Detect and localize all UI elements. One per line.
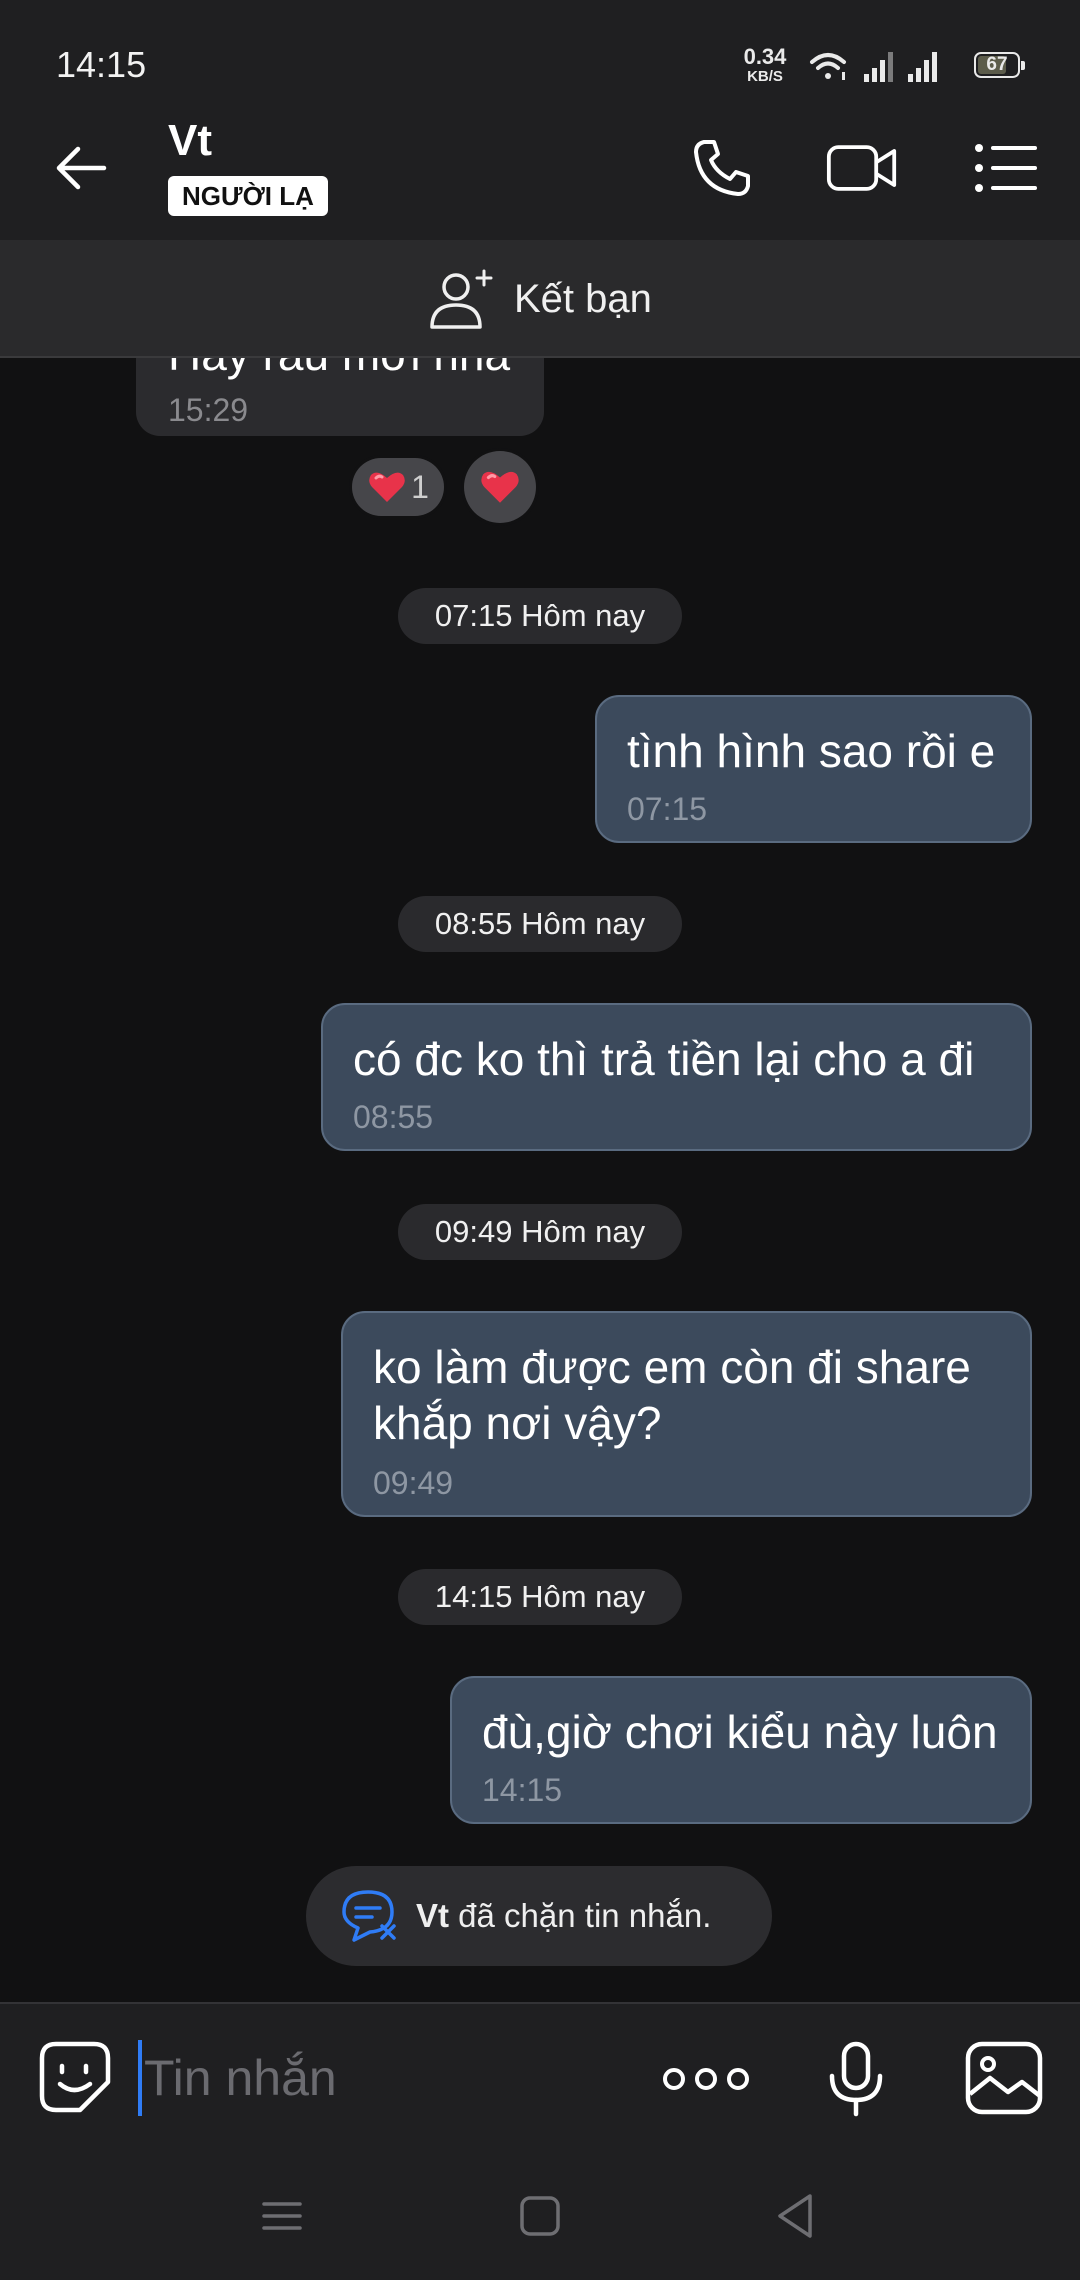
- add-friend-button[interactable]: Kết bạn: [428, 262, 652, 336]
- menu-list-icon: [975, 144, 1037, 192]
- reaction-count: 1: [411, 468, 429, 505]
- chat-screen: 14:15 0.34 KB/S 67 Vt NGƯỜI LẠ Kết bạn 1…: [0, 0, 1080, 2280]
- message-time: 09:49: [373, 1465, 454, 1501]
- message-text: Hay rau mới nha: [168, 358, 510, 382]
- network-speed: 0.34 KB/S: [738, 44, 792, 85]
- more-options-button[interactable]: [660, 2044, 752, 2114]
- signal-icons: [810, 52, 937, 82]
- message-text: tình hình sao rồi e: [627, 725, 996, 777]
- back-triangle-icon: [778, 2194, 812, 2238]
- message-time: 15:29: [168, 392, 249, 428]
- date-divider: 07:15 Hôm nay: [398, 588, 682, 644]
- message-time: 14:15: [482, 1772, 563, 1808]
- blocked-notice-name: Vt: [416, 1897, 449, 1934]
- message-bubble-outgoing[interactable]: đù,giờ chơi kiểu này luôn 14:15: [450, 1676, 1032, 1824]
- message-bubble-outgoing[interactable]: có đc ko thì trả tiền lại cho a đi 08:55: [321, 1003, 1032, 1151]
- phone-icon: [694, 140, 750, 196]
- blocked-notice-message: đã chặn tin nhắn.: [449, 1897, 712, 1934]
- message-text: ko làm được em còn đi share khắp nơi vậy…: [373, 1341, 971, 1449]
- message-text: có đc ko thì trả tiền lại cho a đi: [353, 1033, 975, 1085]
- more-dots-icon: [663, 2068, 749, 2090]
- add-reaction-button[interactable]: [464, 451, 536, 523]
- voice-call-button[interactable]: [686, 132, 758, 204]
- blocked-notice-text: Vt đã chặn tin nhắn.: [416, 1897, 711, 1935]
- message-bubble-outgoing[interactable]: ko làm được em còn đi share khắp nơi vậy…: [341, 1311, 1032, 1517]
- add-person-icon: [430, 269, 493, 329]
- message-time: 08:55: [353, 1099, 434, 1135]
- status-time: 14:15: [56, 44, 147, 85]
- wifi-icon: [810, 53, 846, 80]
- network-speed-unit: KB/S: [747, 68, 783, 85]
- status-bar: 14:15 0.34 KB/S 67: [0, 0, 1080, 96]
- voice-record-button[interactable]: [820, 2040, 892, 2118]
- stranger-badge: NGƯỜI LẠ: [168, 176, 328, 216]
- home-button[interactable]: [510, 2186, 570, 2246]
- photo-button[interactable]: [964, 2040, 1044, 2116]
- battery-level: 67: [986, 54, 1008, 75]
- contact-name[interactable]: Vt: [168, 116, 212, 166]
- home-square-icon: [520, 2196, 560, 2236]
- microphone-icon: [829, 2041, 883, 2117]
- video-call-icon: [826, 145, 897, 191]
- chat-menu-button[interactable]: [970, 132, 1042, 204]
- back-arrow-icon: [56, 146, 107, 190]
- network-speed-value: 0.34: [743, 44, 787, 69]
- chat-header: Vt NGƯỜI LẠ: [0, 96, 1080, 240]
- message-time: 07:15: [627, 791, 708, 827]
- add-friend-bar: Kết bạn: [0, 240, 1080, 358]
- add-friend-label: Kết bạn: [514, 276, 652, 321]
- message-text: đù,giờ chơi kiểu này luôn: [482, 1706, 998, 1758]
- system-back-button[interactable]: [766, 2186, 826, 2246]
- message-list[interactable]: Hay rau mới nha 15:29 1 07:15 Hôm nay tì…: [0, 358, 1080, 2002]
- image-icon: [965, 2041, 1043, 2115]
- message-blocked-icon: [342, 1890, 396, 1942]
- reaction-count-badge[interactable]: 1: [352, 458, 444, 516]
- system-nav-bar: [0, 2150, 1080, 2280]
- sticker-button[interactable]: [36, 2038, 114, 2116]
- blocked-notice: Vt đã chặn tin nhắn.: [306, 1866, 772, 1966]
- heart-icon: [369, 472, 405, 502]
- date-divider: 08:55 Hôm nay: [398, 896, 682, 952]
- message-bubble-incoming[interactable]: Hay rau mới nha 15:29: [136, 358, 544, 436]
- date-divider: 09:49 Hôm nay: [398, 1204, 682, 1260]
- video-call-button[interactable]: [826, 132, 898, 204]
- back-button[interactable]: [48, 134, 116, 202]
- message-input[interactable]: [138, 2040, 618, 2116]
- heart-icon: [481, 471, 519, 503]
- recent-apps-button[interactable]: [252, 2186, 312, 2246]
- cell-signal-2-icon: [908, 52, 937, 82]
- cell-signal-1-icon: [864, 52, 893, 82]
- composer-bar: [0, 2002, 1080, 2150]
- menu-icon: [262, 2202, 302, 2230]
- date-divider: 14:15 Hôm nay: [398, 1569, 682, 1625]
- message-bubble-outgoing[interactable]: tình hình sao rồi e 07:15: [595, 695, 1032, 843]
- battery-icon: 67: [974, 52, 1025, 78]
- sticker-icon: [39, 2041, 111, 2113]
